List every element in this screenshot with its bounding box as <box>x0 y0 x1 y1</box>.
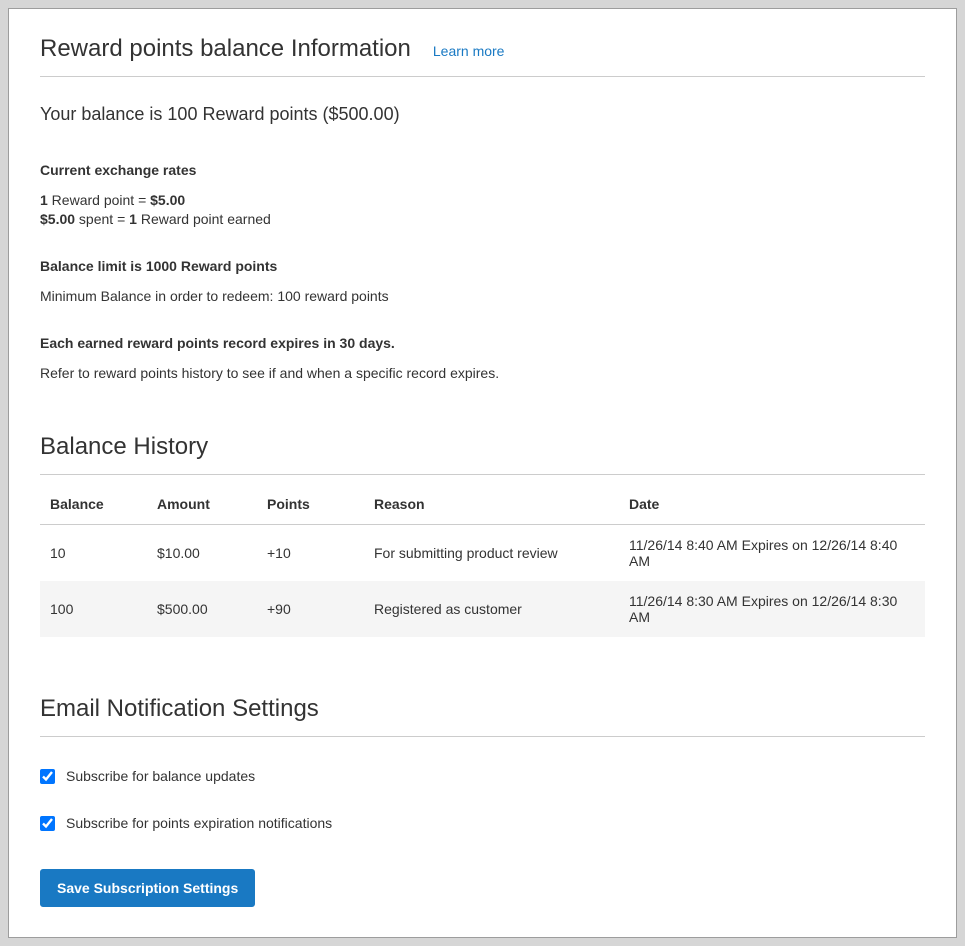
exchange-rate-1-points: 1 <box>40 192 48 208</box>
cell-date: 11/26/14 8:40 AM Expires on 12/26/14 8:4… <box>619 525 925 582</box>
cell-date: 11/26/14 8:30 AM Expires on 12/26/14 8:3… <box>619 581 925 637</box>
cell-amount: $500.00 <box>147 581 257 637</box>
subscribe-balance-updates-label: Subscribe for balance updates <box>66 768 255 784</box>
page-header: Reward points balance Information Learn … <box>40 35 925 63</box>
balance-history-title: Balance History <box>40 433 925 461</box>
exchange-rate-line-2: $5.00 spent = 1 Reward point earned <box>40 210 925 229</box>
cell-reason: For submitting product review <box>364 525 619 582</box>
exchange-rate-2-points: 1 <box>129 211 137 227</box>
expiration-text: Refer to reward points history to see if… <box>40 364 925 383</box>
save-subscription-settings-button[interactable]: Save Subscription Settings <box>40 869 255 907</box>
column-header-date: Date <box>619 484 925 525</box>
cell-points: +10 <box>257 525 364 582</box>
exchange-rate-2-suffix: Reward point earned <box>137 211 271 227</box>
table-row: 10 $10.00 +10 For submitting product rev… <box>40 525 925 582</box>
minimum-balance-text: Minimum Balance in order to redeem: 100 … <box>40 287 925 306</box>
balance-history-section: Balance History Balance Amount Points Re… <box>40 433 925 637</box>
cell-balance: 10 <box>40 525 147 582</box>
learn-more-link[interactable]: Learn more <box>433 43 505 59</box>
email-notification-section: Email Notification Settings Subscribe fo… <box>40 695 925 907</box>
page-title: Reward points balance Information <box>40 35 411 63</box>
subscribe-expiration-notifications-label: Subscribe for points expiration notifica… <box>66 815 332 831</box>
email-settings-divider <box>40 736 925 737</box>
subscribe-balance-updates-option[interactable]: Subscribe for balance updates <box>40 768 255 784</box>
column-header-amount: Amount <box>147 484 257 525</box>
email-settings-title: Email Notification Settings <box>40 695 925 723</box>
subscribe-expiration-notifications-checkbox[interactable] <box>40 816 55 831</box>
table-header-row: Balance Amount Points Reason Date <box>40 484 925 525</box>
table-row: 100 $500.00 +90 Registered as customer 1… <box>40 581 925 637</box>
balance-history-divider <box>40 474 925 475</box>
balance-limit-heading: Balance limit is 1000 Reward points <box>40 257 925 276</box>
subscribe-balance-updates-checkbox[interactable] <box>40 769 55 784</box>
exchange-rate-2-text: spent = <box>75 211 129 227</box>
exchange-rates-heading: Current exchange rates <box>40 161 925 180</box>
column-header-points: Points <box>257 484 364 525</box>
balance-summary: Your balance is 100 Reward points ($500.… <box>40 104 925 125</box>
exchange-rate-line-1: 1 Reward point = $5.00 <box>40 191 925 210</box>
exchange-rate-1-amount: $5.00 <box>150 192 185 208</box>
exchange-rate-2-amount: $5.00 <box>40 211 75 227</box>
exchange-rate-1-text: Reward point = <box>48 192 150 208</box>
header-divider <box>40 76 925 77</box>
expiration-heading: Each earned reward points record expires… <box>40 334 925 353</box>
subscribe-expiration-notifications-option[interactable]: Subscribe for points expiration notifica… <box>40 815 332 831</box>
column-header-reason: Reason <box>364 484 619 525</box>
column-header-balance: Balance <box>40 484 147 525</box>
cell-balance: 100 <box>40 581 147 637</box>
reward-points-panel: Reward points balance Information Learn … <box>8 8 957 938</box>
cell-points: +90 <box>257 581 364 637</box>
balance-history-table: Balance Amount Points Reason Date 10 $10… <box>40 484 925 637</box>
cell-amount: $10.00 <box>147 525 257 582</box>
cell-reason: Registered as customer <box>364 581 619 637</box>
